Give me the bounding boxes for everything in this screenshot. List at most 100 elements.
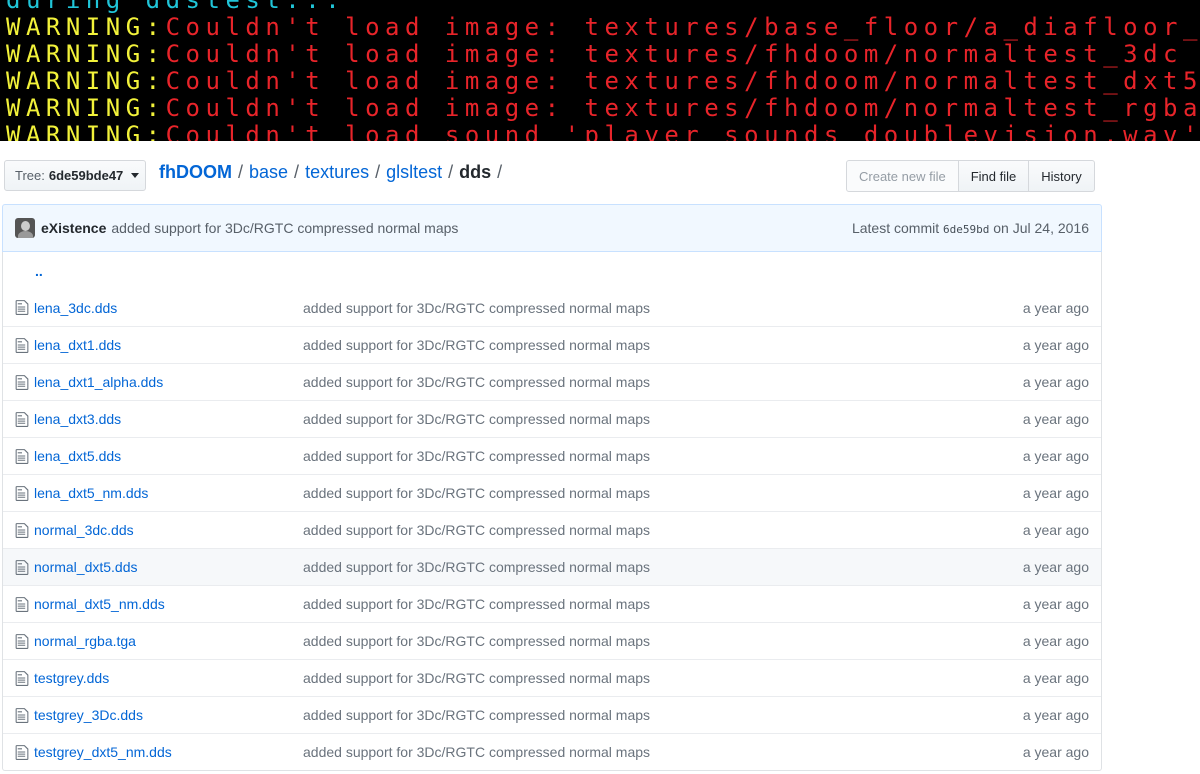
- file-age: a year ago: [1022, 374, 1089, 390]
- file-icon: [15, 596, 29, 612]
- file-age: a year ago: [1022, 633, 1089, 649]
- terminal-output: during ddstest... WARNING:Couldn't load …: [0, 0, 1200, 141]
- file-link[interactable]: lena_dxt5.dds: [34, 448, 121, 464]
- commit-sha-link[interactable]: 6de59bd: [943, 223, 989, 236]
- file-icon: [15, 411, 29, 427]
- tree-sha: 6de59bde47: [48, 168, 124, 183]
- breadcrumb-link-glsltest[interactable]: glsltest: [386, 162, 442, 182]
- parent-directory-link[interactable]: ..: [3, 263, 43, 279]
- file-commit-message-link[interactable]: added support for 3Dc/RGTC compressed no…: [303, 596, 1023, 612]
- file-row[interactable]: normal_rgba.tga added support for 3Dc/RGT…: [3, 622, 1101, 659]
- file-age: a year ago: [1022, 744, 1089, 760]
- file-link[interactable]: testgrey_3Dc.dds: [34, 707, 143, 723]
- commit-message-link[interactable]: added support for 3Dc/RGTC compressed no…: [111, 220, 458, 236]
- file-link[interactable]: normal_dxt5_nm.dds: [34, 596, 165, 612]
- breadcrumb-separator: /: [448, 162, 454, 182]
- file-navigation: Tree: 6de59bde47 fhDOOM / base / textures / gl…: [0, 158, 1200, 194]
- warning-prefix: WARNING:: [6, 13, 166, 41]
- file-commit-message-link[interactable]: added support for 3Dc/RGTC compressed no…: [303, 374, 1023, 390]
- file-icon: [15, 744, 29, 760]
- file-commit-message-link[interactable]: added support for 3Dc/RGTC compressed no…: [303, 670, 1023, 686]
- history-button[interactable]: History: [1028, 160, 1095, 192]
- breadcrumb: fhDOOM / base / textures / glsltest / dds /: [159, 162, 508, 183]
- file-commit-message-link[interactable]: added support for 3Dc/RGTC compressed no…: [303, 485, 1023, 501]
- branch-select-button[interactable]: Tree: 6de59bde47: [4, 160, 146, 191]
- file-commit-message-link[interactable]: added support for 3Dc/RGTC compressed no…: [303, 300, 1023, 316]
- breadcrumb-repo-link[interactable]: fhDOOM: [159, 162, 232, 182]
- file-commit-message-link[interactable]: added support for 3Dc/RGTC compressed no…: [303, 522, 1023, 538]
- file-icon: [15, 374, 29, 390]
- warning-message: Couldn't load image: textures/fhdoom/nor…: [165, 94, 1200, 122]
- file-row[interactable]: normal_3dc.dds added support for 3Dc/RGTC…: [3, 511, 1101, 548]
- file-row[interactable]: normal_dxt5.dds added support for 3Dc/RGT…: [3, 548, 1101, 585]
- file-name-cell: lena_dxt5.dds: [3, 448, 303, 465]
- file-link[interactable]: normal_rgba.tga: [34, 633, 136, 649]
- file-row[interactable]: testgrey_3Dc.dds added support for 3Dc/RG…: [3, 696, 1101, 733]
- file-commit-message-link[interactable]: added support for 3Dc/RGTC compressed no…: [303, 337, 1023, 353]
- file-icon: [15, 522, 29, 538]
- file-commit-message-link[interactable]: added support for 3Dc/RGTC compressed no…: [303, 707, 1023, 723]
- file-age: a year ago: [1022, 411, 1089, 427]
- file-row[interactable]: testgrey_dxt5_nm.dds added support for 3D…: [3, 733, 1101, 770]
- commit-author-link[interactable]: eXistence: [41, 220, 106, 236]
- file-link[interactable]: lena_dxt1_alpha.dds: [34, 374, 163, 390]
- warning-prefix: WARNING:: [6, 67, 166, 95]
- file-name-cell: lena_dxt1.dds: [3, 337, 303, 354]
- file-age: a year ago: [1022, 559, 1089, 575]
- file-row[interactable]: normal_dxt5_nm.dds added support for 3Dc/…: [3, 585, 1101, 622]
- warning-prefix: WARNING:: [6, 121, 166, 142]
- terminal-info-line: during ddstest...: [6, 0, 346, 14]
- file-link[interactable]: normal_3dc.dds: [34, 522, 134, 538]
- warning-message: Couldn't load image: textures/base_floor…: [165, 13, 1200, 41]
- file-row[interactable]: lena_dxt5_nm.dds added support for 3Dc/RG…: [3, 474, 1101, 511]
- file-name-cell: normal_dxt5_nm.dds: [3, 596, 303, 613]
- breadcrumb-separator: /: [497, 162, 503, 182]
- file-age: a year ago: [1022, 522, 1089, 538]
- file-link[interactable]: lena_dxt5_nm.dds: [34, 485, 148, 501]
- parent-directory-row[interactable]: ..: [3, 252, 1101, 289]
- file-icon: [15, 485, 29, 501]
- file-age: a year ago: [1022, 299, 1089, 316]
- warning-message: Couldn't load sound 'player_sounds_doubl…: [165, 121, 1200, 142]
- warning-prefix: WARNING:: [6, 40, 166, 68]
- file-icon: [15, 300, 29, 315]
- file-commit-message-link[interactable]: added support for 3Dc/RGTC compressed no…: [303, 744, 1023, 760]
- file-row[interactable]: testgrey.dds added support for 3Dc/RGTC c…: [3, 659, 1101, 696]
- breadcrumb-current: dds: [459, 162, 492, 182]
- file-link[interactable]: lena_dxt1.dds: [34, 337, 121, 353]
- terminal-warning-line: WARNING:Couldn't load image: textures/fh…: [6, 95, 1200, 122]
- file-name-cell: testgrey_dxt5_nm.dds: [3, 744, 303, 761]
- breadcrumb-separator: /: [294, 162, 300, 182]
- terminal-warning-line: WARNING:Couldn't load image: textures/fh…: [6, 68, 1200, 95]
- file-commit-message-link[interactable]: added support for 3Dc/RGTC compressed no…: [303, 559, 1023, 575]
- file-link[interactable]: lena_3dc.dds: [34, 300, 117, 316]
- file-icon: [15, 707, 29, 723]
- breadcrumb-separator: /: [237, 162, 243, 182]
- file-link[interactable]: normal_dxt5.dds: [34, 559, 138, 575]
- file-name-cell: testgrey_3Dc.dds: [3, 707, 303, 724]
- file-row[interactable]: lena_dxt3.dds added support for 3Dc/RGTC …: [3, 400, 1101, 437]
- file-age: a year ago: [1022, 485, 1089, 501]
- file-age: a year ago: [1022, 596, 1089, 612]
- file-link[interactable]: lena_dxt3.dds: [34, 411, 121, 427]
- file-name-cell: lena_3dc.dds: [3, 299, 303, 316]
- file-commit-message-link[interactable]: added support for 3Dc/RGTC compressed no…: [303, 448, 1023, 464]
- file-name-cell: normal_rgba.tga: [3, 633, 303, 650]
- avatar[interactable]: [15, 218, 35, 238]
- breadcrumb-link-base[interactable]: base: [249, 162, 288, 182]
- file-row[interactable]: lena_dxt1_alpha.dds added support for 3Dc…: [3, 363, 1101, 400]
- breadcrumb-link-textures[interactable]: textures: [305, 162, 369, 182]
- file-commit-message-link[interactable]: added support for 3Dc/RGTC compressed no…: [303, 633, 1023, 649]
- file-row[interactable]: lena_dxt5.dds added support for 3Dc/RGTC …: [3, 437, 1101, 474]
- terminal-warning-line: WARNING:Couldn't load image: textures/ba…: [6, 14, 1200, 41]
- file-row[interactable]: lena_3dc.dds added support for 3Dc/RGTC c…: [3, 289, 1101, 326]
- file-row[interactable]: lena_dxt1.dds added support for 3Dc/RGTC …: [3, 326, 1101, 363]
- file-commit-message-link[interactable]: added support for 3Dc/RGTC compressed no…: [303, 411, 1023, 427]
- file-name-cell: normal_dxt5.dds: [3, 559, 303, 576]
- file-link[interactable]: testgrey_dxt5_nm.dds: [34, 744, 172, 760]
- create-new-file-button[interactable]: Create new file: [846, 160, 959, 192]
- tree-label: Tree:: [15, 168, 45, 183]
- file-name-cell: testgrey.dds: [3, 670, 303, 687]
- file-link[interactable]: testgrey.dds: [34, 670, 109, 686]
- find-file-button[interactable]: Find file: [957, 160, 1030, 192]
